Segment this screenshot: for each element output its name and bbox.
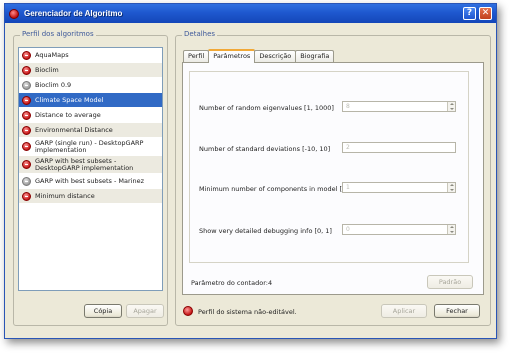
list-item-garp-best-subsets-marinez[interactable]: GARP with best subsets - Marinez <box>19 174 162 189</box>
param-input-debugging-info[interactable]: 0 <box>342 224 456 235</box>
param-value: 0 <box>346 226 350 233</box>
tab-descricao[interactable]: Descrição <box>254 50 297 62</box>
close-button[interactable]: Fechar <box>434 304 480 318</box>
red-profile-icon <box>22 95 31 105</box>
list-item-bioclim[interactable]: Bioclim <box>19 63 162 78</box>
algorithm-manager-window: Gerenciador de Algoritmo ? ✕ Perfil dos … <box>4 3 497 339</box>
list-item-label: Bioclim <box>35 65 59 74</box>
list-item-distance-to-average[interactable]: Distance to average <box>19 108 162 123</box>
grey-profile-icon <box>22 176 31 186</box>
param-value: 2 <box>346 144 350 151</box>
param-input-min-components[interactable]: 1 <box>342 182 456 193</box>
title-bar[interactable]: Gerenciador de Algoritmo ? ✕ <box>5 4 496 23</box>
list-item-bioclim-0-9[interactable]: Bioclim 0.9 <box>19 78 162 93</box>
default-button[interactable]: Padrão <box>427 275 473 289</box>
list-item-label: GARP with best subsets - Marinez <box>35 176 144 185</box>
apply-button[interactable]: Aplicar <box>381 304 427 318</box>
list-item-label: Bioclim 0.9 <box>35 80 72 89</box>
param-value: 8 <box>346 103 350 110</box>
red-profile-icon <box>22 142 31 151</box>
details-legend: Detalhes <box>182 30 218 38</box>
param-label-standard-deviations: Number of standard deviations [-10, 10] <box>199 145 331 153</box>
help-button[interactable]: ? <box>463 7 476 20</box>
parameters-tab-pane: Number of random eigenvalues [1, 1000] 8… <box>182 62 484 295</box>
list-item-label: Distance to average <box>35 110 101 119</box>
details-tabs: Perfil Parâmetros Descrição Biografia <box>183 49 335 63</box>
close-window-button[interactable]: ✕ <box>479 7 492 20</box>
list-item-environmental-distance[interactable]: Environmental Distance <box>19 123 162 138</box>
list-item-aquamaps[interactable]: AquaMaps <box>19 48 162 63</box>
list-item-label: GARP with best subsets - DesktopGARP imp… <box>35 156 134 172</box>
list-item-label: GARP (single run) - DesktopGARP implemen… <box>35 138 144 154</box>
details-group: Detalhes Perfil Parâmetros Descrição Bio… <box>175 30 491 326</box>
spinner-arrows-icon[interactable] <box>447 225 455 234</box>
parameters-box: Number of random eigenvalues [1, 1000] 8… <box>189 71 469 263</box>
param-label-debugging-info: Show very detailed debugging info [0, 1] <box>199 227 332 235</box>
list-item-label: Minimum distance <box>35 191 95 200</box>
spinner-arrows-icon[interactable] <box>447 183 455 192</box>
algorithm-profiles-group: Perfil dos algoritmos AquaMaps Bioclim B… <box>13 30 168 326</box>
grey-profile-icon <box>22 80 31 90</box>
red-profile-icon <box>22 160 31 169</box>
param-input-standard-deviations[interactable]: 2 <box>342 142 456 153</box>
red-profile-icon <box>22 125 31 135</box>
list-item-label: AquaMaps <box>35 50 69 59</box>
red-profile-icon <box>22 65 31 75</box>
spinner-arrows-icon[interactable] <box>447 102 455 111</box>
delete-button[interactable]: Apagar <box>126 304 164 318</box>
tab-perfil[interactable]: Perfil <box>183 50 210 62</box>
window-title: Gerenciador de Algoritmo <box>24 9 123 18</box>
algorithm-profiles-legend: Perfil dos algoritmos <box>20 30 96 38</box>
list-item-garp-single-run[interactable]: GARP (single run) - DesktopGARP implemen… <box>19 138 162 156</box>
tab-parametros[interactable]: Parâmetros <box>208 49 256 63</box>
param-label-eigenvalues: Number of random eigenvalues [1, 1000] <box>199 104 334 112</box>
red-profile-icon <box>22 110 31 120</box>
list-item-minimum-distance[interactable]: Minimum distance <box>19 189 162 204</box>
tab-biografia[interactable]: Biografia <box>295 50 335 62</box>
param-value: 1 <box>346 184 350 191</box>
algorithm-list[interactable]: AquaMaps Bioclim Bioclim 0.9 Climate Spa… <box>18 47 163 291</box>
profile-status-text: Perfil do sistema não-editável. <box>198 308 297 316</box>
list-item-garp-best-subsets-desktopgarp[interactable]: GARP with best subsets - DesktopGARP imp… <box>19 156 162 174</box>
list-item-climate-space-model[interactable]: Climate Space Model <box>19 93 162 108</box>
copy-button[interactable]: Cópia <box>84 304 122 318</box>
list-item-label: Environmental Distance <box>35 125 113 134</box>
red-profile-icon <box>22 191 31 201</box>
app-icon <box>9 8 19 19</box>
param-input-eigenvalues[interactable]: 8 <box>342 101 456 112</box>
list-item-label: Climate Space Model <box>35 95 104 104</box>
parameter-counter: Parâmetro do contador:4 <box>191 279 273 287</box>
red-profile-icon <box>22 50 31 60</box>
param-label-min-components: Minimum number of components in model [1… <box>199 185 360 193</box>
profile-status-icon <box>183 306 193 316</box>
